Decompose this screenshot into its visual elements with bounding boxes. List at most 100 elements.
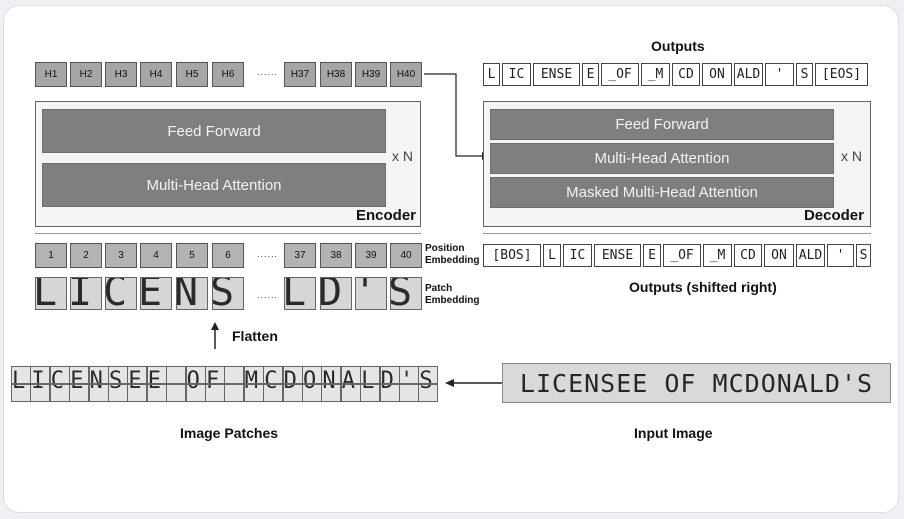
image-patch-glyph: C — [50, 368, 65, 384]
image-patch-glyph: L — [12, 368, 26, 384]
image-patch-tile: I — [30, 366, 51, 384]
position-embedding-box: 6 — [212, 243, 244, 268]
output-token: ENSE — [533, 63, 580, 86]
position-embedding-box: 39 — [355, 243, 387, 268]
shifted-token: ALD — [796, 244, 825, 267]
image-patch-glyph: C — [264, 368, 278, 384]
image-patch-glyph: E — [147, 368, 162, 384]
image-patch-tile: ' — [399, 384, 419, 402]
output-token: IC — [502, 63, 531, 86]
image-patch-glyph: I — [31, 368, 45, 384]
hidden-state-box: H40 — [390, 62, 422, 87]
flatten-label: Flatten — [232, 328, 278, 344]
patch-embedding-label: Patch Embedding — [425, 283, 479, 307]
hidden-state-box: H2 — [70, 62, 102, 87]
output-token: E — [582, 63, 599, 86]
image-patch-tile — [224, 366, 245, 384]
image-patch-tile: N — [321, 366, 342, 384]
image-patch-glyph: D — [381, 385, 394, 393]
image-patch-tile: S — [418, 366, 439, 384]
input-to-patches-arrow — [445, 379, 502, 387]
patch-glyph: S — [212, 277, 235, 310]
image-patch-glyph: L — [361, 368, 375, 384]
encoder-stack: Feed Forward Multi-Head Attention x N En… — [35, 101, 421, 227]
position-embedding-box: 2 — [70, 243, 102, 268]
image-patch-tile: L — [360, 366, 381, 384]
position-embedding-box: 37 — [284, 243, 316, 268]
image-patch-glyph: M — [245, 385, 258, 393]
image-patch-tile: O — [185, 384, 206, 402]
image-patch-tile: F — [205, 366, 225, 384]
decoder-divider — [483, 233, 871, 234]
image-patch-tile: N — [88, 384, 109, 402]
image-patch-tile: D — [379, 366, 400, 384]
hidden-state-box: H39 — [355, 62, 387, 87]
position-embedding-box: 38 — [320, 243, 352, 268]
image-patch-tile: A — [340, 384, 361, 402]
image-patch-tile: C — [263, 384, 284, 402]
position-embedding-box: 4 — [140, 243, 172, 268]
hidden-state-box: H6 — [212, 62, 244, 87]
output-token: ALD — [734, 63, 763, 86]
image-patch-glyph: S — [109, 385, 122, 393]
encoder-feed-forward: Feed Forward — [42, 109, 386, 153]
position-ellipsis: ...... — [257, 249, 279, 259]
input-image: LICENSEE OF MCDONALD'S — [502, 363, 891, 403]
image-patch-glyph: E — [148, 385, 161, 393]
image-patch-tile: E — [127, 384, 148, 402]
patch-embedding-crop: N — [176, 277, 208, 310]
position-embedding-label: Position Embedding — [425, 243, 479, 267]
image-patch-glyph: L — [361, 385, 374, 393]
patch-ellipsis: ...... — [257, 290, 279, 300]
patch-glyph: C — [105, 277, 128, 310]
patch-embedding-crop: I — [70, 277, 102, 310]
shifted-token: ENSE — [594, 244, 641, 267]
encoder-multi-head-attention: Multi-Head Attention — [42, 163, 386, 207]
image-patch-tile: I — [30, 384, 51, 402]
decoder-multi-head-attention: Multi-Head Attention — [490, 143, 834, 174]
hidden-state-box: H4 — [140, 62, 172, 87]
image-patches-caption: Image Patches — [180, 425, 279, 441]
output-token: [EOS] — [815, 63, 868, 86]
image-patch-glyph: S — [109, 368, 123, 384]
image-patch-glyph: A — [341, 368, 356, 384]
image-patch-glyph: F — [206, 368, 220, 384]
image-patch-glyph: ' — [400, 368, 414, 384]
image-patch-glyph: S — [419, 385, 432, 393]
image-patch-glyph: N — [90, 385, 103, 393]
image-patch-tile: N — [321, 384, 342, 402]
image-patch-glyph: A — [342, 385, 355, 393]
shifted-token: S — [856, 244, 871, 267]
image-patch-tile: O — [302, 384, 322, 402]
image-patch-glyph: E — [70, 385, 83, 393]
patch-glyph: L — [35, 277, 58, 310]
shifted-token: CD — [734, 244, 762, 267]
patch-embedding-crop: D — [320, 277, 352, 310]
image-patch-tile: O — [302, 366, 322, 384]
image-patch-glyph: O — [303, 368, 317, 384]
image-patch-glyph: E — [128, 368, 142, 384]
encoder-to-decoder-connector — [424, 73, 491, 160]
image-patch-glyph: D — [284, 385, 297, 393]
image-patch-tile: M — [243, 366, 264, 384]
hidden-ellipsis: ...... — [257, 67, 279, 77]
output-token: _M — [641, 63, 670, 86]
image-patch-glyph: M — [244, 368, 259, 384]
image-patch-tile: D — [282, 384, 303, 402]
output-token: S — [796, 63, 813, 86]
decoder-stack: Feed Forward Multi-Head Attention Masked… — [483, 101, 871, 227]
image-patch-glyph: ' — [400, 385, 413, 393]
encoder-divider — [35, 233, 421, 234]
hidden-state-box: H38 — [320, 62, 352, 87]
image-patch-tile: C — [49, 384, 70, 402]
image-patch-tile: S — [108, 384, 128, 402]
image-patch-glyph: O — [186, 368, 200, 384]
patch-glyph: S — [390, 277, 413, 310]
patch-glyph: I — [70, 277, 93, 310]
image-patch-tile: L — [360, 384, 381, 402]
image-patch-glyph: I — [31, 385, 44, 393]
shifted-token: E — [643, 244, 661, 267]
patch-embedding-crop: L — [284, 277, 316, 310]
shifted-token: ON — [764, 244, 794, 267]
image-patch-glyph: C — [51, 385, 64, 393]
